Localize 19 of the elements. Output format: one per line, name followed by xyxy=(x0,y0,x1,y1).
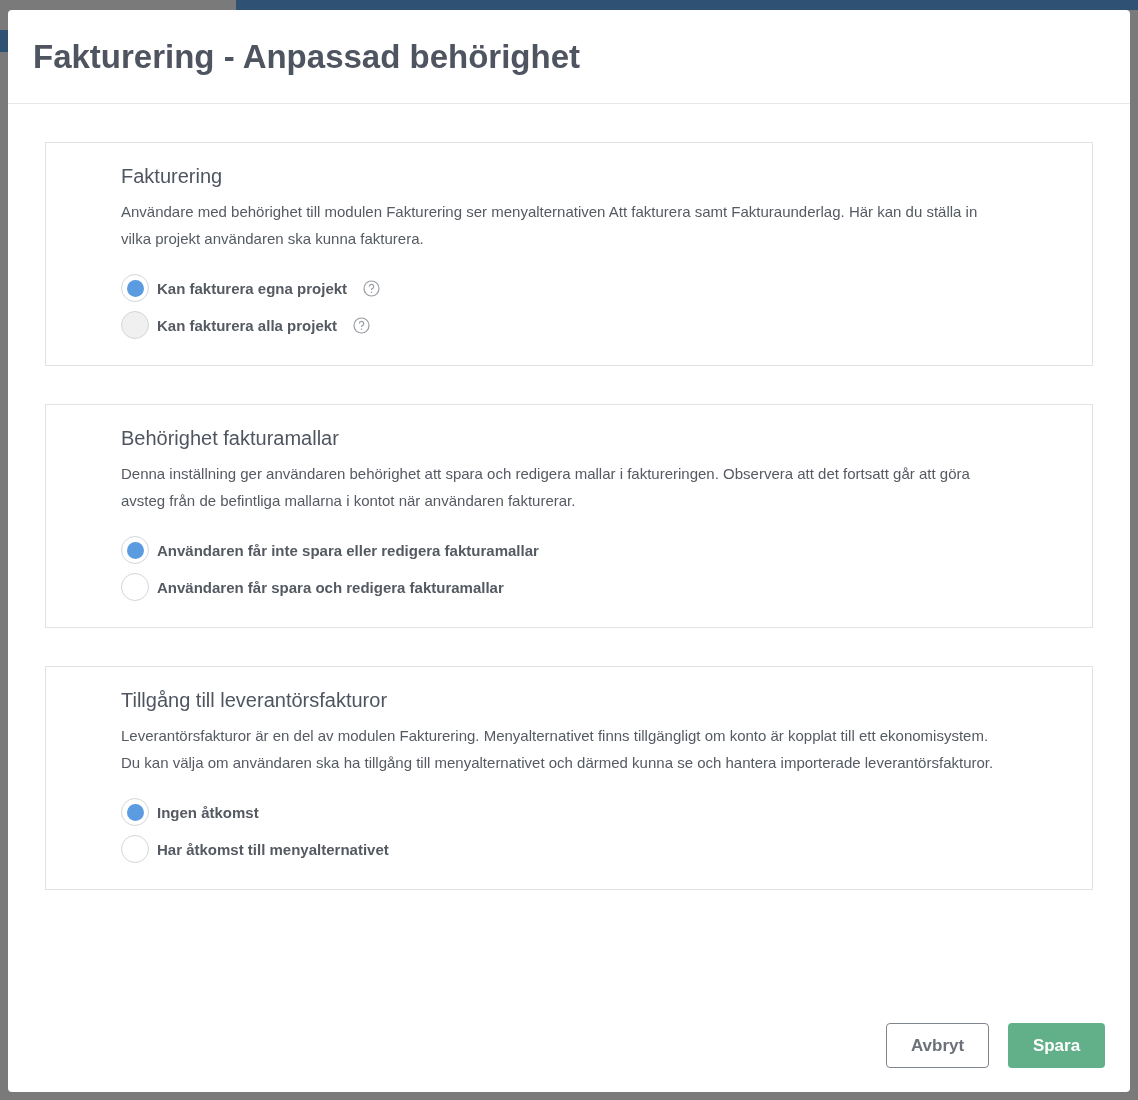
radio-button[interactable] xyxy=(121,573,149,601)
section-description: Denna inställning ger användaren behörighet att spara och redigera mallar i faktureringen. Observera att det fortsatt går att göra avsteg från de befintliga mallarna i kontot när användaren fakturerar. xyxy=(121,464,971,511)
radio-label[interactable]: Användaren får spara och redigera fakturamallar xyxy=(157,578,504,596)
radio-button[interactable] xyxy=(121,274,149,302)
radio-label[interactable]: Kan fakturera egna projekt xyxy=(157,279,348,297)
section-title: Tillgång till leverantörsfakturor xyxy=(121,689,389,712)
radio-label[interactable]: Användaren får inte spara eller redigera fakturamallar xyxy=(157,541,539,559)
section-description: Användare med behörighet till modulen Fakturering ser menyalternativen Att fakturera samt Fakturaunderlag. Här kan du ställa in vilka projekt användaren ska kunna fakturera. xyxy=(121,202,979,249)
section-title: Behörighet fakturamallar xyxy=(121,427,340,450)
radio-button[interactable] xyxy=(121,798,149,826)
section-title: Fakturering xyxy=(121,165,224,188)
radio-label[interactable]: Ingen åtkomst xyxy=(157,803,259,821)
section-description: Leverantörsfakturor är en del av modulen Fakturering. Menyalternativet finns tillgängligt om konto är kopplat till ett ekonomisystem. Du kan välja om användaren ska ha tillgång till menyalternativet och därmed kunna se och hantera importerade leverantörsfakturor. xyxy=(121,726,995,773)
radio-button[interactable] xyxy=(121,835,149,863)
radio-label[interactable]: Har åtkomst till menyalternativet xyxy=(157,840,389,858)
help-icon[interactable] xyxy=(363,279,381,297)
cancel-button[interactable]: Avbryt xyxy=(886,1023,989,1068)
radio-button[interactable] xyxy=(121,536,149,564)
dialog-title: Fakturering - Anpassad behörighet xyxy=(33,37,580,76)
